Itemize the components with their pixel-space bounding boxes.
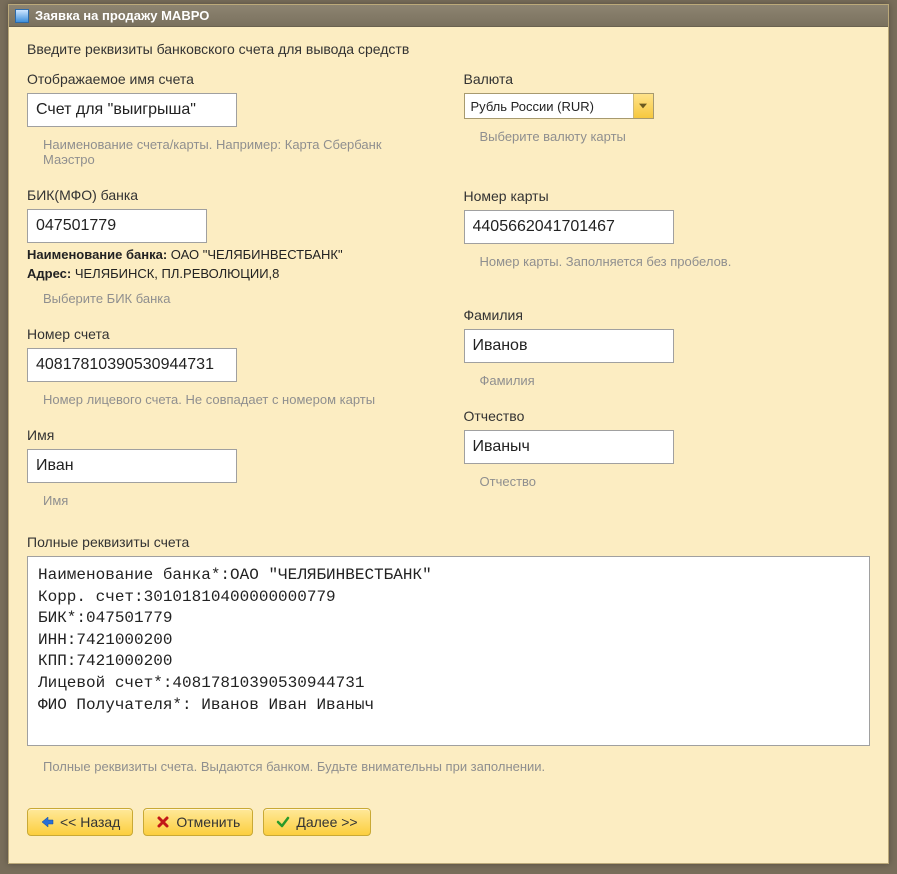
input-account-number[interactable] — [27, 348, 237, 382]
cancel-button-label: Отменить — [176, 814, 240, 830]
input-bik[interactable] — [27, 209, 207, 243]
window-icon — [15, 9, 29, 23]
bank-name-label: Наименование банка: — [27, 247, 167, 262]
field-middle-name: Отчество Отчество — [464, 408, 871, 489]
input-last-name[interactable] — [464, 329, 674, 363]
field-currency: Валюта Рубль России (RUR) Выберите валют… — [464, 71, 871, 144]
select-currency-value: Рубль России (RUR) — [465, 99, 633, 114]
back-button-label: << Назад — [60, 814, 120, 830]
next-button[interactable]: Далее >> — [263, 808, 370, 836]
back-button[interactable]: << Назад — [27, 808, 133, 836]
field-card-number: Номер карты Номер карты. Заполняется без… — [464, 188, 871, 269]
chevron-down-icon — [639, 103, 647, 109]
hint-currency: Выберите валюту карты — [480, 129, 871, 144]
label-full-requisites: Полные реквизиты счета — [27, 534, 870, 550]
textarea-full-requisites[interactable] — [27, 556, 870, 746]
dialog-window: Заявка на продажу МАВРО Введите реквизит… — [8, 4, 889, 864]
select-currency[interactable]: Рубль России (RUR) — [464, 93, 654, 119]
hint-last-name: Фамилия — [480, 373, 871, 388]
next-button-label: Далее >> — [296, 814, 357, 830]
dialog-body: Введите реквизиты банковского счета для … — [9, 27, 888, 856]
label-last-name: Фамилия — [464, 307, 871, 323]
cancel-button[interactable]: Отменить — [143, 808, 253, 836]
input-first-name[interactable] — [27, 449, 237, 483]
hint-account-number: Номер лицевого счета. Не совпадает с ном… — [43, 392, 423, 407]
bank-addr-value: ЧЕЛЯБИНСК, ПЛ.РЕВОЛЮЦИИ,8 — [75, 266, 280, 281]
button-row: << Назад Отменить Далее >> — [27, 808, 870, 836]
field-first-name: Имя Имя — [27, 427, 434, 508]
bank-name-value: ОАО "ЧЕЛЯБИНВЕСТБАНК" — [171, 247, 343, 262]
field-bik: БИК(МФО) банка Наименование банка: ОАО "… — [27, 187, 434, 306]
hint-middle-name: Отчество — [480, 474, 871, 489]
titlebar: Заявка на продажу МАВРО — [9, 5, 888, 27]
left-column: Отображаемое имя счета Наименование счет… — [27, 71, 434, 528]
field-last-name: Фамилия Фамилия — [464, 307, 871, 388]
close-icon — [156, 815, 170, 829]
label-first-name: Имя — [27, 427, 434, 443]
hint-first-name: Имя — [43, 493, 434, 508]
field-account-number: Номер счета Номер лицевого счета. Не сов… — [27, 326, 434, 407]
window-title: Заявка на продажу МАВРО — [35, 8, 209, 23]
bank-addr-label: Адрес: — [27, 266, 71, 281]
bank-addr-line: Адрес: ЧЕЛЯБИНСК, ПЛ.РЕВОЛЮЦИИ,8 — [27, 266, 434, 281]
hint-account-name: Наименование счета/карты. Например: Карт… — [43, 137, 423, 167]
bank-name-line: Наименование банка: ОАО "ЧЕЛЯБИНВЕСТБАНК… — [27, 247, 434, 262]
check-icon — [276, 815, 290, 829]
label-currency: Валюта — [464, 71, 871, 87]
input-middle-name[interactable] — [464, 430, 674, 464]
instruction-text: Введите реквизиты банковского счета для … — [27, 41, 870, 57]
label-account-name: Отображаемое имя счета — [27, 71, 434, 87]
hint-full-requisites: Полные реквизиты счета. Выдаются банком.… — [43, 759, 870, 774]
label-bik: БИК(МФО) банка — [27, 187, 434, 203]
field-account-name: Отображаемое имя счета Наименование счет… — [27, 71, 434, 167]
right-column: Валюта Рубль России (RUR) Выберите валют… — [464, 71, 871, 528]
label-middle-name: Отчество — [464, 408, 871, 424]
arrow-left-icon — [40, 815, 54, 829]
select-currency-button[interactable] — [633, 94, 653, 118]
hint-bik: Выберите БИК банка — [43, 291, 434, 306]
hint-card-number: Номер карты. Заполняется без пробелов. — [480, 254, 871, 269]
label-account-number: Номер счета — [27, 326, 434, 342]
input-card-number[interactable] — [464, 210, 674, 244]
label-card-number: Номер карты — [464, 188, 871, 204]
input-account-name[interactable] — [27, 93, 237, 127]
